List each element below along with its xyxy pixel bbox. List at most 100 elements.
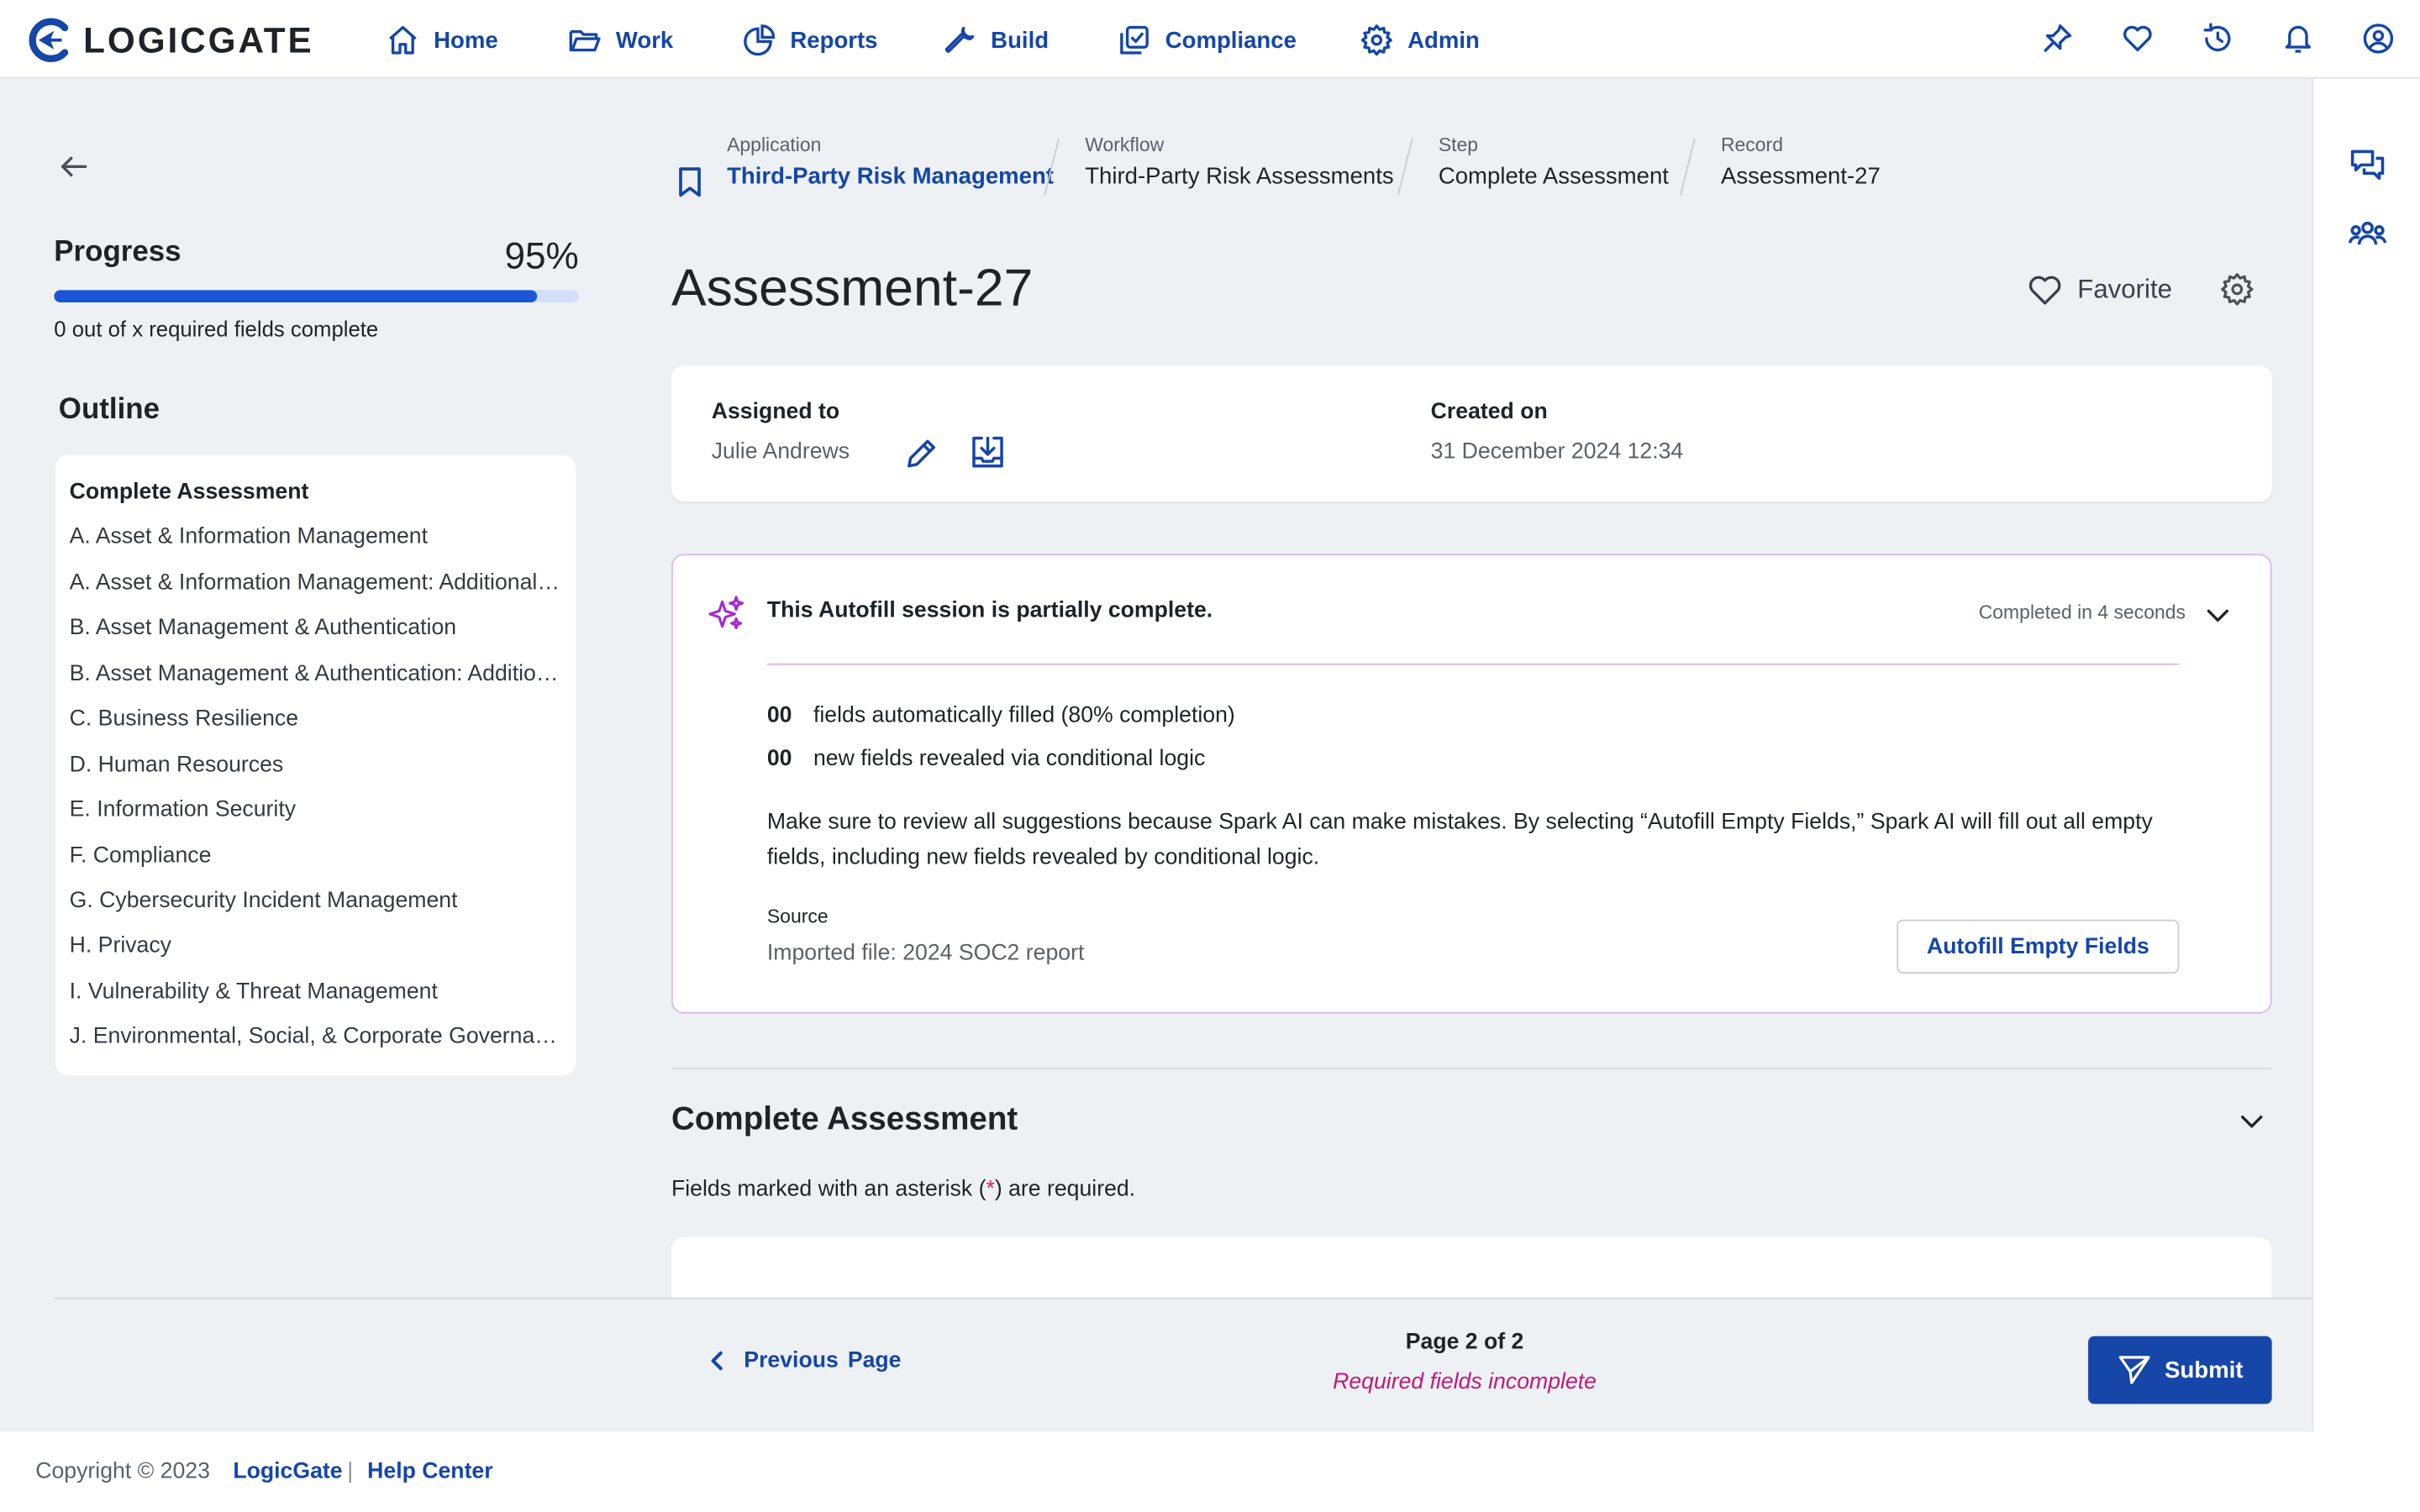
heart-icon[interactable] [2121, 22, 2154, 55]
nav-build-label: Build [991, 27, 1050, 54]
pin-icon[interactable] [2040, 22, 2074, 55]
breadcrumb-label: Step [1438, 134, 1479, 156]
progress-label: Progress [54, 236, 182, 269]
required-warning: Required fields incomplete [1333, 1370, 1597, 1395]
user-circle-icon[interactable] [2361, 22, 2395, 55]
logicgate-link[interactable]: LogicGate [233, 1460, 342, 1484]
favorite-button[interactable]: Favorite [2027, 271, 2172, 308]
bookmark-icon[interactable] [677, 166, 702, 197]
outline-item[interactable]: A. Asset & Information Management: Addit… [70, 568, 562, 613]
pager-divider [54, 1297, 2312, 1299]
previous-page-button[interactable]: Previous Page [707, 1348, 902, 1373]
stat-text: new fields revealed via conditional logi… [813, 746, 1206, 772]
breadcrumb-separator [1680, 138, 1696, 196]
outline-item[interactable]: B. Asset Management & Authentication [70, 613, 562, 659]
gear-icon [1360, 24, 1393, 57]
wrench-icon [943, 24, 976, 57]
progress-percent: 95% [504, 236, 579, 278]
breadcrumb-record: Record Assessment-27 [1721, 134, 1881, 190]
settings-gear-icon[interactable] [2219, 271, 2254, 307]
autofill-stat: 00 new fields revealed via conditional lo… [767, 747, 1205, 771]
required-note: Fields marked with an asterisk (*) are r… [671, 1177, 1135, 1201]
required-note-text: ) are required. [994, 1177, 1136, 1202]
home-icon [386, 24, 419, 57]
footer-separator: | [347, 1459, 354, 1484]
people-group-icon[interactable] [2348, 214, 2388, 255]
nav-work[interactable]: Work [568, 20, 673, 60]
previous-label-page: Page [847, 1348, 902, 1373]
nav-admin-label: Admin [1407, 27, 1480, 54]
sparkle-icon [707, 594, 747, 634]
outline-item[interactable]: C. Business Resilience [70, 704, 562, 749]
logo[interactable]: LOGICGATE [24, 15, 313, 65]
chat-bubbles-icon[interactable] [2348, 146, 2388, 186]
breadcrumb-step: Step Complete Assessment [1439, 134, 1669, 190]
nav-reports[interactable]: Reports [742, 20, 878, 60]
source-value: Imported file: 2024 SOC2 report [766, 941, 1085, 966]
progress-subtext: 0 out of x required fields complete [54, 316, 379, 341]
breadcrumb-label: Workflow [1085, 134, 1165, 156]
assigned-value: Julie Andrews [711, 439, 850, 465]
compliance-check-icon [1118, 24, 1151, 57]
chevron-down-icon[interactable] [2204, 601, 2232, 629]
outline-item[interactable]: I. Vulnerability & Threat Management [70, 976, 562, 1021]
breadcrumb-separator [1397, 138, 1413, 196]
nav-compliance[interactable]: Compliance [1118, 20, 1297, 60]
outline-item[interactable]: A. Asset & Information Management [70, 522, 562, 568]
outline-item[interactable]: J. Environmental, Social, & Corporate Go… [70, 1021, 562, 1067]
autofill-card: This Autofill session is partially compl… [671, 554, 2272, 1014]
outline-title: Outline [58, 393, 160, 426]
nav-home-label: Home [434, 27, 498, 54]
nav-home[interactable]: Home [386, 20, 498, 60]
history-icon[interactable] [2201, 22, 2234, 55]
outline-item[interactable]: G. Cybersecurity Incident Management [70, 885, 562, 931]
outline-item[interactable]: Complete Assessment [70, 477, 562, 522]
page-title: Assessment-27 [671, 259, 1034, 318]
top-nav: LOGICGATE Home Work Reports Build Compli… [0, 0, 2420, 79]
form-fields-card [671, 1237, 2272, 1299]
autofill-title: This Autofill session is partially compl… [766, 598, 1213, 624]
previous-label: Previous [744, 1348, 839, 1373]
required-note-text: Fields marked with an asterisk ( [671, 1177, 986, 1202]
chevron-left-icon [707, 1350, 729, 1372]
nav-admin[interactable]: Admin [1360, 20, 1480, 60]
section-title: Complete Assessment [671, 1101, 1018, 1137]
favorite-label: Favorite [2077, 274, 2173, 304]
outline-item[interactable]: B. Asset Management & Authentication: Ad… [70, 659, 562, 704]
created-label: Created on [1430, 399, 1548, 425]
bell-icon[interactable] [2281, 22, 2315, 55]
stat-count: 00 [766, 746, 792, 772]
send-icon [2117, 1353, 2150, 1387]
copyright: Copyright © 2023 [35, 1459, 210, 1484]
nav-reports-label: Reports [790, 27, 878, 54]
stat-count: 00 [766, 703, 792, 728]
chevron-down-icon[interactable] [2238, 1108, 2265, 1136]
outline-item[interactable]: H. Privacy [70, 931, 562, 976]
outline-item[interactable]: D. Human Resources [70, 749, 562, 795]
stat-text: fields automatically filled (80% complet… [813, 703, 1235, 728]
submit-button[interactable]: Submit [2088, 1336, 2272, 1404]
nav-build[interactable]: Build [943, 20, 1049, 60]
breadcrumb-value: Assessment-27 [1720, 163, 1881, 190]
nav-work-label: Work [615, 27, 674, 54]
outline-item[interactable]: E. Information Security [70, 795, 562, 840]
progress-bar [54, 290, 579, 303]
autofill-empty-fields-button[interactable]: Autofill Empty Fields [1897, 919, 2180, 974]
autofill-divider [766, 663, 2180, 665]
record-info-card: Assigned to Julie Andrews Created on 31 … [671, 365, 2272, 501]
source-label: Source [766, 906, 829, 927]
nav-compliance-label: Compliance [1165, 27, 1297, 54]
breadcrumb-workflow: Workflow Third-Party Risk Assessments [1085, 134, 1393, 190]
back-arrow-icon[interactable] [57, 150, 91, 183]
breadcrumb-application-link[interactable]: Third-Party Risk Management [727, 164, 1054, 190]
download-tray-icon[interactable] [969, 433, 1006, 470]
breadcrumb-label: Application [727, 134, 822, 156]
autofill-stat: 00 fields automatically filled (80% compl… [767, 704, 1235, 728]
help-center-link[interactable]: Help Center [367, 1460, 492, 1484]
submit-label: Submit [2165, 1357, 2244, 1383]
progress-bar-fill [54, 290, 537, 303]
pencil-icon[interactable] [902, 435, 939, 472]
outline-item[interactable]: F. Compliance [70, 840, 562, 885]
page-indicator: Page 2 of 2 [1405, 1330, 1524, 1355]
assigned-label: Assigned to [711, 399, 840, 425]
